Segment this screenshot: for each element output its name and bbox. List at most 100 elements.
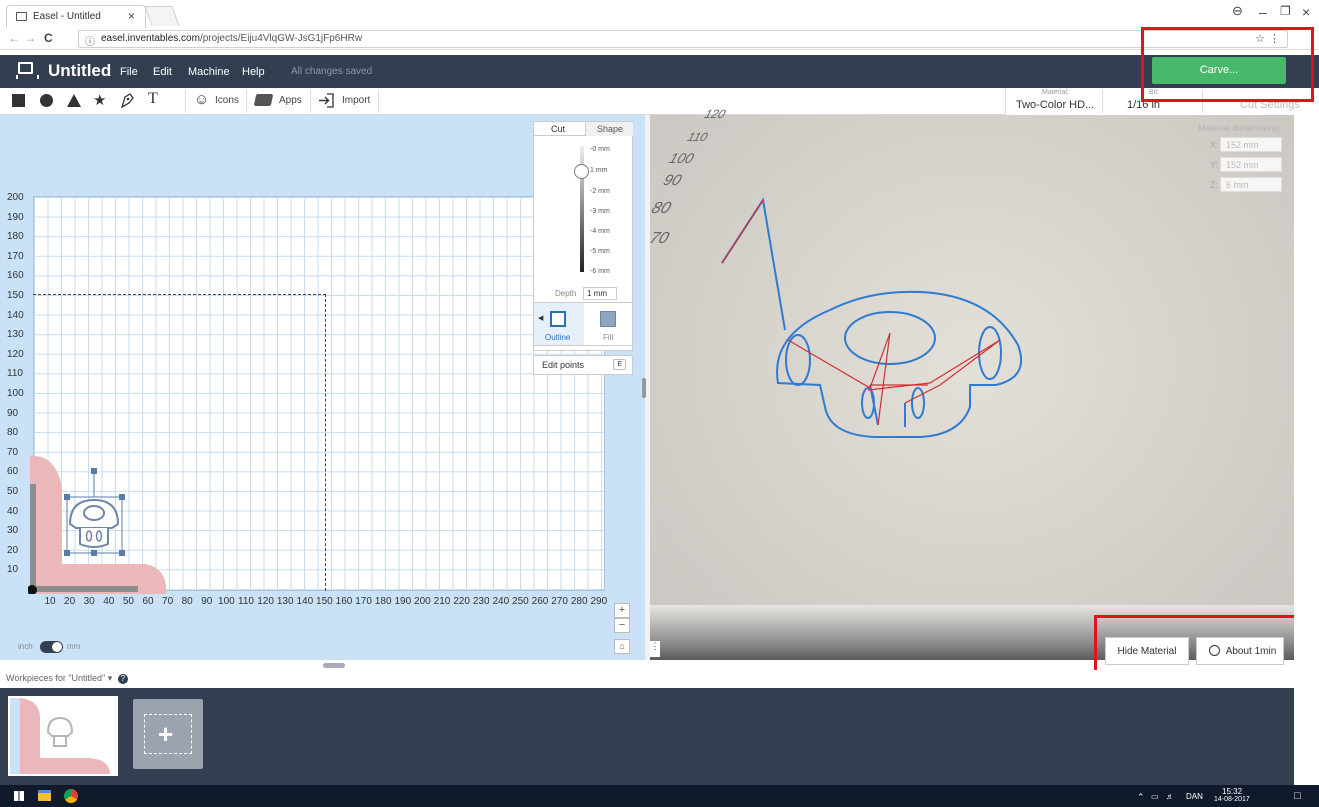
workpieces-title: Workpieces for "Untitled" [6, 673, 106, 683]
clock-date[interactable]: 14-08-2017 [1214, 796, 1250, 803]
workpieces-header[interactable]: Workpieces for "Untitled" ▾ ? [0, 670, 1319, 688]
fill-icon [600, 311, 616, 327]
toolbar-divider [378, 90, 379, 113]
file-explorer-icon[interactable] [38, 790, 51, 801]
project-title[interactable]: Untitled [48, 61, 111, 81]
forward-button[interactable]: → [24, 31, 36, 45]
chrome-icon[interactable] [64, 789, 78, 803]
material-caption: Material: [1042, 89, 1069, 96]
depth-input[interactable]: 1 mm [583, 287, 617, 300]
new-tab-button[interactable] [144, 6, 180, 26]
dim-z-input[interactable]: 6 mm [1220, 177, 1282, 192]
add-workpiece-button[interactable]: + [133, 699, 203, 769]
browser-tab[interactable]: Easel - Untitled × [6, 5, 146, 28]
dim-x-input[interactable]: 152 mm [1220, 137, 1282, 152]
easel-tab-icon [16, 12, 27, 21]
windows-taskbar: ⌃ ▭ ♬ DAN 15:32 14-08-2017 □ [0, 785, 1319, 807]
text-tool-icon[interactable]: T [148, 90, 158, 107]
menu-file[interactable]: File [120, 66, 138, 78]
profile-icon[interactable]: ⊖ [1232, 3, 1243, 19]
y-axis-tick: 190 [7, 211, 24, 223]
depth-tick: -3 mm [590, 208, 610, 215]
pen-tool-icon[interactable] [120, 93, 134, 110]
workpiece-preview-image [10, 698, 110, 774]
circle-tool-icon[interactable] [40, 94, 53, 107]
material-dimensions-caption: Material dimensions: [1198, 123, 1281, 133]
notifications-icon[interactable]: □ [1294, 790, 1301, 802]
volume-icon[interactable]: ♬ [1166, 792, 1174, 801]
language-indicator[interactable]: DAN [1186, 792, 1203, 801]
y-axis-tick: 90 [7, 407, 19, 419]
square-tool-icon[interactable] [12, 94, 25, 107]
edit-points-shortcut: E [613, 359, 626, 370]
menu-edit[interactable]: Edit [153, 66, 172, 78]
tray-chevron-icon[interactable]: ⌃ [1137, 792, 1145, 803]
icons-button-label[interactable]: Icons [215, 95, 239, 106]
zoom-out-button[interactable]: − [614, 618, 630, 633]
y-axis-tick: 50 [7, 486, 19, 497]
edit-points-label: Edit points [542, 360, 585, 370]
easel-logo-icon[interactable] [16, 62, 39, 79]
zoom-in-button[interactable]: + [614, 603, 630, 618]
tab-shape[interactable]: Shape [597, 124, 623, 134]
help-icon[interactable]: ? [117, 674, 128, 684]
tab-close-icon[interactable]: × [128, 9, 135, 23]
dim-x-label: X: [1210, 140, 1219, 150]
menu-machine[interactable]: Machine [188, 66, 230, 78]
network-icon[interactable]: ▭ [1151, 792, 1159, 801]
url-input[interactable]: ⓘ easel.inventables.com/projects/Eiju4Vl… [78, 30, 1288, 48]
import-icon[interactable] [318, 93, 334, 110]
apps-box-icon[interactable] [253, 94, 274, 106]
unit-toggle[interactable] [40, 641, 63, 653]
tab-cut[interactable]: Cut [551, 124, 565, 134]
windows-start-icon[interactable] [14, 791, 24, 801]
depth-label: Depth [555, 289, 577, 298]
plus-icon: + [158, 719, 174, 749]
preview-handle-icon[interactable]: ⋮ [650, 641, 660, 657]
dim-y-input[interactable]: 152 mm [1220, 157, 1282, 172]
outline-icon [550, 311, 566, 327]
toolbar-divider [246, 90, 247, 113]
y-axis-tick: 70 [7, 446, 19, 458]
highlight-box-carve [1141, 27, 1314, 102]
workpiece-thumbnail[interactable] [8, 696, 118, 776]
menu-help[interactable]: Help [242, 66, 265, 78]
y-axis-tick: 60 [7, 466, 19, 478]
smiley-icon[interactable]: ☺ [194, 91, 209, 108]
workpieces-caret-icon[interactable]: ▾ [108, 673, 113, 683]
mushroom-shape[interactable] [60, 466, 130, 561]
outline-option[interactable]: ◀ Outline [534, 303, 584, 345]
star-tool-icon[interactable]: ★ [93, 91, 106, 109]
depth-tick: -5 mm [590, 248, 610, 255]
y-axis-tick: 150 [7, 290, 24, 301]
y-axis-tick: 180 [7, 231, 24, 243]
material-value[interactable]: Two-Color HD... [1016, 99, 1094, 111]
back-button[interactable]: ← [8, 31, 20, 45]
workpieces-strip: + [0, 688, 1294, 785]
y-axis-tick: 110 [7, 368, 23, 380]
toolbar-divider [310, 90, 311, 113]
close-window-button[interactable]: × [1302, 4, 1310, 20]
import-button-label[interactable]: Import [342, 95, 370, 106]
triangle-tool-icon[interactable] [67, 94, 81, 111]
y-axis-tick: 120 [7, 348, 24, 360]
minimize-button[interactable]: – [1259, 4, 1267, 20]
y-axis-tick: 170 [7, 250, 24, 262]
panel-resize-handle[interactable] [323, 663, 345, 668]
depth-tick: -0 mm [590, 146, 610, 153]
clock-time[interactable]: 15:32 [1222, 787, 1242, 796]
address-bar-row: ← → C ⓘ easel.inventables.com/projects/E… [0, 28, 1319, 50]
fill-label: Fill [603, 333, 614, 342]
reload-button[interactable]: C [44, 31, 53, 45]
x-axis-tick: 290 [590, 596, 608, 607]
unit-inch-label: inch [18, 642, 33, 651]
restore-button[interactable]: ❐ [1280, 4, 1291, 18]
splitter-handle[interactable] [642, 378, 646, 398]
info-icon[interactable]: ⓘ [85, 33, 95, 48]
fill-option[interactable]: Fill [584, 303, 632, 345]
apps-button-label[interactable]: Apps [279, 95, 302, 106]
toolbar-divider [185, 90, 186, 113]
home-view-icon[interactable]: ⌂ [614, 639, 630, 654]
depth-slider-handle[interactable] [574, 164, 589, 179]
edit-points-button[interactable]: Edit points E [533, 355, 633, 375]
